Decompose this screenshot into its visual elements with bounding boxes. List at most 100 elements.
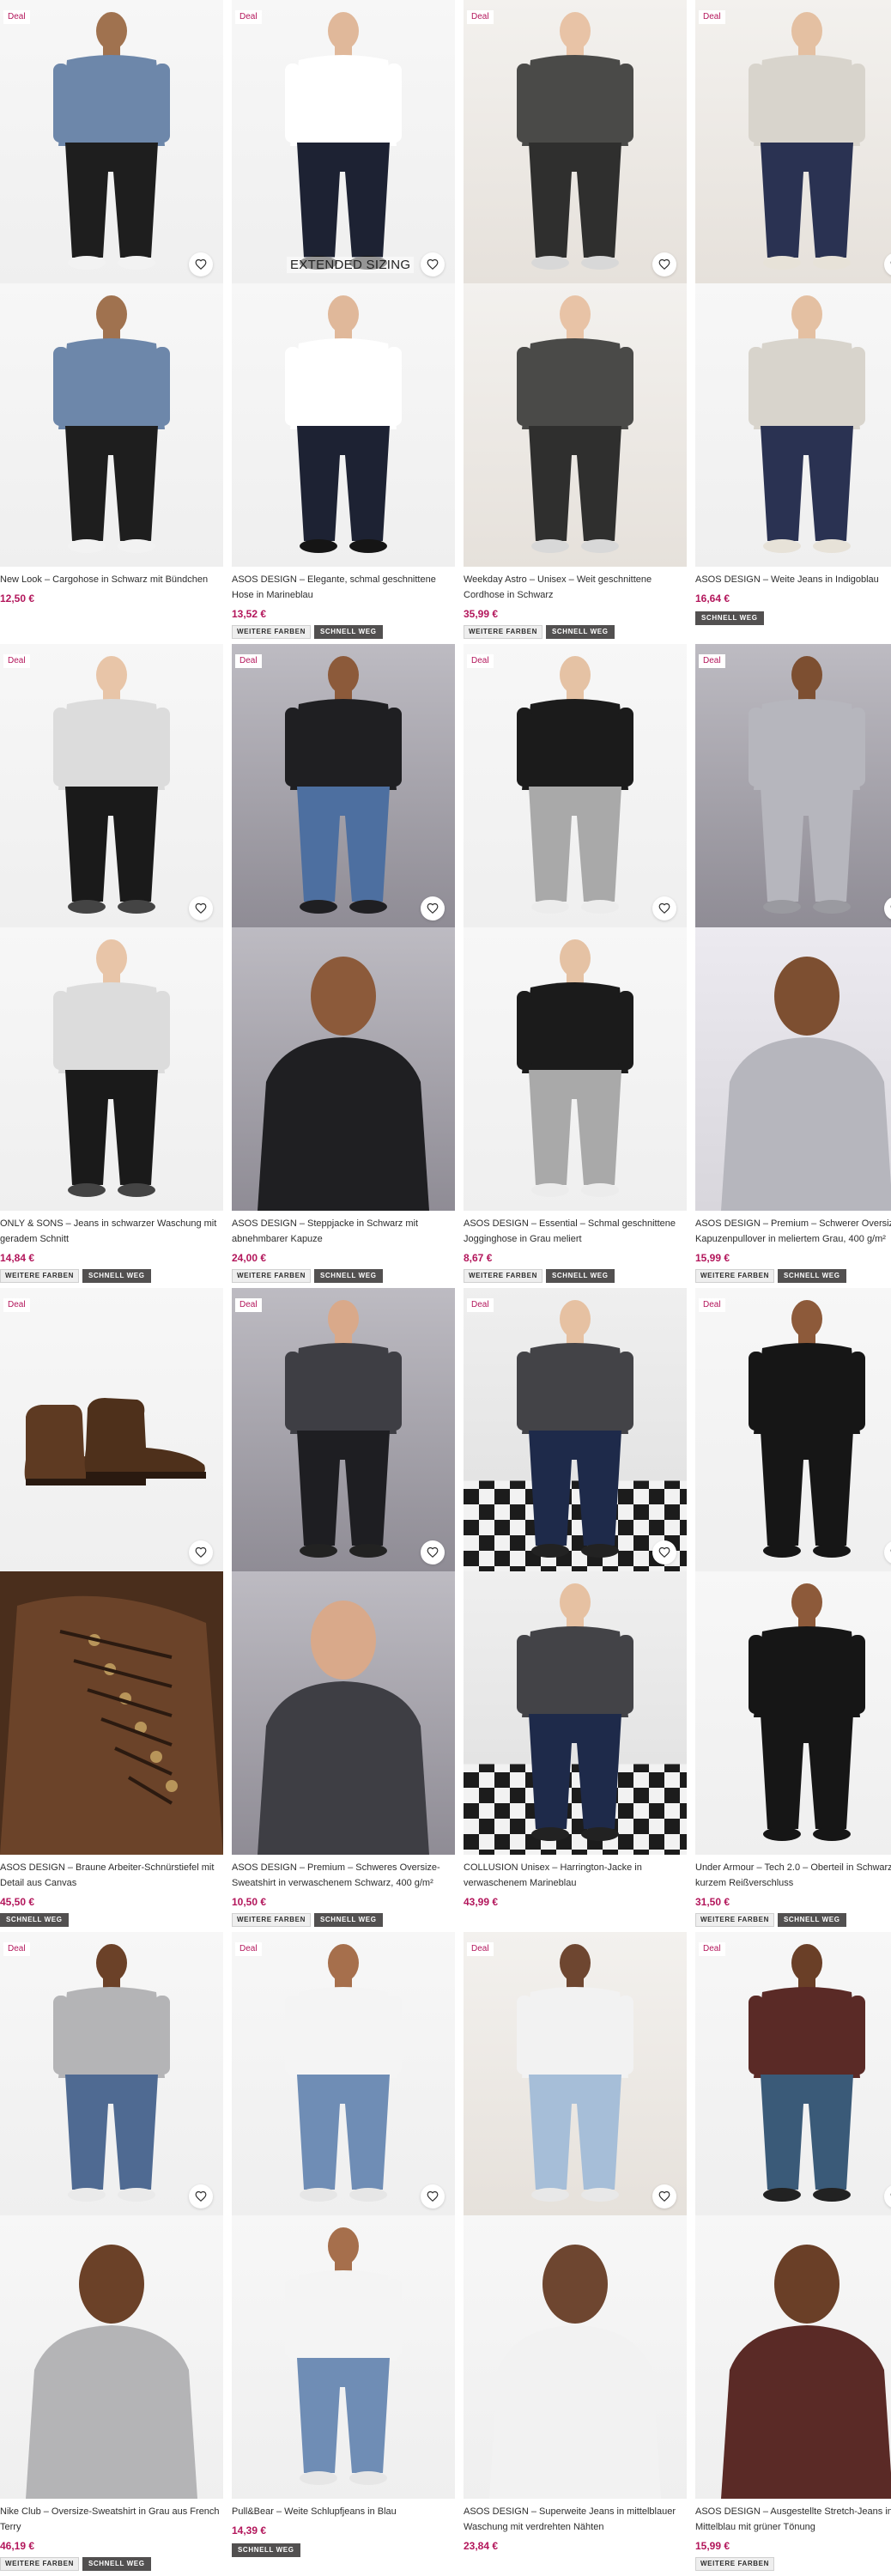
model-shoe-left bbox=[300, 1544, 337, 1558]
save-for-later-button[interactable] bbox=[189, 252, 213, 276]
product-image-secondary[interactable] bbox=[232, 927, 455, 1211]
save-for-later-button[interactable] bbox=[421, 2184, 445, 2208]
save-for-later-button[interactable] bbox=[421, 1540, 445, 1564]
product-image-secondary[interactable] bbox=[695, 1571, 891, 1855]
heart-outline-path bbox=[427, 1546, 439, 1558]
save-for-later-button[interactable] bbox=[652, 252, 676, 276]
product-title[interactable]: Under Armour – Tech 2.0 – Oberteil in Sc… bbox=[695, 1860, 891, 1891]
model-head bbox=[96, 656, 127, 694]
product-title[interactable]: ONLY & SONS – Jeans in schwarzer Waschun… bbox=[0, 1216, 221, 1247]
deal-badge: Deal bbox=[467, 654, 494, 668]
model-arm-left bbox=[517, 64, 532, 143]
save-for-later-button[interactable] bbox=[189, 2184, 213, 2208]
model-arm-left bbox=[285, 64, 300, 143]
model-shoe-right bbox=[349, 539, 387, 553]
product-image[interactable]: Deal bbox=[695, 644, 891, 927]
save-for-later-button[interactable] bbox=[189, 896, 213, 920]
product-image-secondary[interactable] bbox=[232, 283, 455, 567]
save-for-later-button[interactable] bbox=[189, 1540, 213, 1564]
product-image-secondary[interactable] bbox=[464, 283, 687, 567]
product-title[interactable]: COLLUSION Unisex – Harrington-Jacke in v… bbox=[464, 1860, 685, 1891]
model-shoe-left bbox=[531, 1183, 569, 1197]
product-card[interactable]: Deal ASOS DESIGN – Braune Arbeiter-Schnür… bbox=[0, 1288, 223, 1932]
save-for-later-button[interactable] bbox=[652, 2184, 676, 2208]
save-for-later-button[interactable] bbox=[652, 896, 676, 920]
product-title[interactable]: ASOS DESIGN – Ausgestellte Stretch-Jeans… bbox=[695, 2504, 891, 2535]
product-price: 15,99 € bbox=[695, 2540, 730, 2552]
product-image-secondary[interactable] bbox=[0, 283, 223, 567]
product-card[interactable]: Deal EXTENDED SIZING ASOS DESIGN – Elegant… bbox=[232, 0, 455, 644]
product-image[interactable]: Deal bbox=[695, 1288, 891, 1571]
product-tags: WEITERE FARBEN SCHNELL WEG bbox=[464, 1269, 615, 1283]
model-head bbox=[774, 957, 839, 1036]
product-image[interactable]: Deal bbox=[695, 1932, 891, 2215]
product-image[interactable]: Deal bbox=[0, 0, 223, 283]
model-arm-right bbox=[618, 1996, 633, 2075]
product-card[interactable]: Deal ASOS DESIGN – Essential – Schmal ges… bbox=[464, 644, 687, 1288]
product-title[interactable]: ASOS DESIGN – Elegante, schmal geschnitt… bbox=[232, 572, 453, 603]
product-card[interactable]: Deal Pull&Bear – Weite Schlupfjeans in Bl… bbox=[232, 1932, 455, 2576]
product-card[interactable]: Deal ASOS DESIGN – Weite Jeans in Indigob… bbox=[695, 0, 891, 644]
product-card[interactable]: Deal ASOS DESIGN – Steppjacke in Schwarz … bbox=[232, 644, 455, 1288]
product-title[interactable]: ASOS DESIGN – Braune Arbeiter-Schnürstie… bbox=[0, 1860, 221, 1891]
model-arm-left bbox=[517, 1352, 532, 1431]
product-title[interactable]: ASOS DESIGN – Premium – Schwerer Oversiz… bbox=[695, 1216, 891, 1247]
product-image[interactable]: Deal bbox=[232, 1932, 455, 2215]
product-title[interactable]: Weekday Astro – Unisex – Weit geschnitte… bbox=[464, 572, 685, 603]
product-image[interactable]: Deal bbox=[464, 644, 687, 927]
deal-badge: Deal bbox=[3, 1942, 30, 1956]
product-card[interactable]: Deal Nike Club – Oversize-Sweatshirt in G… bbox=[0, 1932, 223, 2576]
product-card[interactable]: Deal New Look – Cargohose in Schwarz mit … bbox=[0, 0, 223, 644]
product-image-secondary[interactable] bbox=[695, 927, 891, 1211]
model-arm-right bbox=[618, 1635, 633, 1714]
model-torso bbox=[258, 1037, 429, 1211]
model-shoe-right bbox=[813, 2188, 851, 2202]
heart-outline-path bbox=[195, 902, 207, 914]
product-image-secondary[interactable] bbox=[464, 2215, 687, 2499]
product-card[interactable]: Deal Under Armour – Tech 2.0 – Oberteil i… bbox=[695, 1288, 891, 1932]
save-for-later-button[interactable] bbox=[421, 252, 445, 276]
product-image[interactable]: Deal bbox=[464, 1932, 687, 2215]
product-image-secondary[interactable] bbox=[0, 1571, 223, 1855]
product-image[interactable]: Deal bbox=[0, 1288, 223, 1571]
more-colors-tag: WEITERE FARBEN bbox=[232, 1269, 311, 1283]
product-image-secondary[interactable] bbox=[695, 2215, 891, 2499]
product-title[interactable]: ASOS DESIGN – Steppjacke in Schwarz mit … bbox=[232, 1216, 453, 1247]
model-shoe-right bbox=[118, 539, 155, 553]
product-image[interactable]: Deal bbox=[695, 0, 891, 283]
product-card[interactable]: Deal ASOS DESIGN – Premium – Schweres Ove… bbox=[232, 1288, 455, 1932]
product-image-secondary[interactable] bbox=[464, 1571, 687, 1855]
product-card[interactable]: Deal ASOS DESIGN – Premium – Schwerer Ove… bbox=[695, 644, 891, 1288]
selling-fast-tag: SCHNELL WEG bbox=[545, 625, 615, 639]
product-card[interactable]: Deal COLLUSION Unisex – Harrington-Jacke … bbox=[464, 1288, 687, 1932]
product-title[interactable]: ASOS DESIGN – Essential – Schmal geschni… bbox=[464, 1216, 685, 1247]
product-photo bbox=[285, 656, 402, 914]
product-image[interactable]: Deal bbox=[464, 0, 687, 283]
product-image[interactable]: Deal EXTENDED SIZING bbox=[232, 0, 455, 283]
product-card[interactable]: Deal ONLY & SONS – Jeans in schwarzer Was… bbox=[0, 644, 223, 1288]
product-price: 31,50 € bbox=[695, 1896, 730, 1908]
product-image-secondary[interactable] bbox=[464, 927, 687, 1211]
product-image[interactable]: Deal bbox=[0, 1932, 223, 2215]
product-tags: WEITERE FARBEN bbox=[695, 2557, 774, 2571]
product-title[interactable]: ASOS DESIGN – Premium – Schweres Oversiz… bbox=[232, 1860, 453, 1891]
model-torso bbox=[754, 699, 860, 790]
product-image-secondary[interactable] bbox=[232, 1571, 455, 1855]
save-for-later-button[interactable] bbox=[421, 896, 445, 920]
product-title[interactable]: Nike Club – Oversize-Sweatshirt in Grau … bbox=[0, 2504, 221, 2535]
product-photo bbox=[517, 12, 633, 270]
product-card[interactable]: Deal Weekday Astro – Unisex – Weit geschn… bbox=[464, 0, 687, 644]
product-image[interactable]: Deal bbox=[0, 644, 223, 927]
product-image[interactable]: Deal bbox=[232, 644, 455, 927]
product-image-secondary[interactable] bbox=[0, 2215, 223, 2499]
product-title[interactable]: ASOS DESIGN – Superweite Jeans in mittel… bbox=[464, 2504, 685, 2535]
product-image[interactable]: Deal bbox=[464, 1288, 687, 1571]
product-image[interactable]: Deal bbox=[232, 1288, 455, 1571]
product-image-secondary[interactable] bbox=[0, 927, 223, 1211]
product-card[interactable]: Deal ASOS DESIGN – Superweite Jeans in mi… bbox=[464, 1932, 687, 2576]
model-torso bbox=[58, 55, 165, 146]
save-for-later-button[interactable] bbox=[652, 1540, 676, 1564]
product-card[interactable]: Deal ASOS DESIGN – Ausgestellte Stretch-J… bbox=[695, 1932, 891, 2576]
product-image-secondary[interactable] bbox=[232, 2215, 455, 2499]
product-image-secondary[interactable] bbox=[695, 283, 891, 567]
